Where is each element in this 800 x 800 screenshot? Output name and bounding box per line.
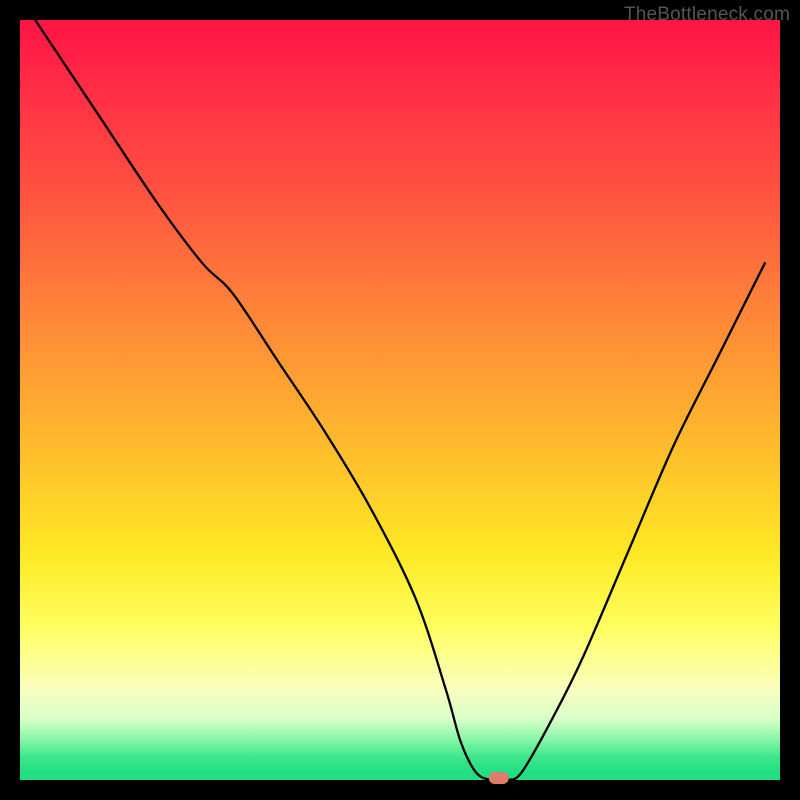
plot-area — [20, 20, 780, 780]
attribution-text: TheBottleneck.com — [624, 4, 790, 26]
curve-layer — [20, 20, 780, 780]
bottleneck-curve — [35, 20, 765, 781]
chart-stage: TheBottleneck.com — [0, 0, 800, 800]
optimal-marker — [489, 772, 509, 784]
